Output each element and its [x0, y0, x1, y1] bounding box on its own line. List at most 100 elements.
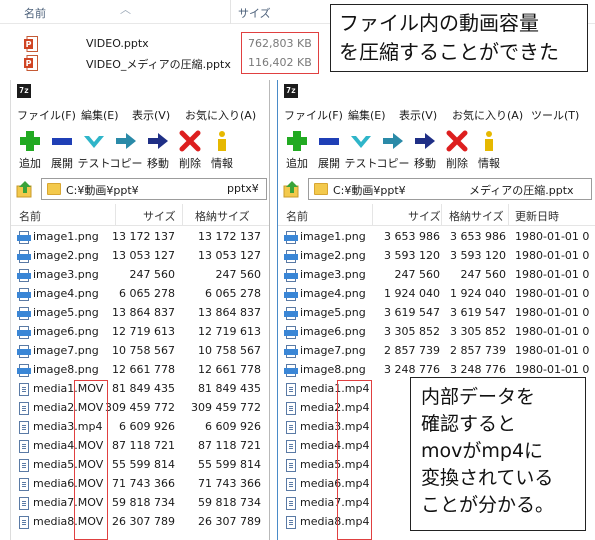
menu-favorites[interactable]: お気に入り(A)	[185, 107, 256, 123]
column-divider[interactable]	[441, 204, 442, 226]
media-file-icon	[284, 497, 298, 510]
menu-file[interactable]: ファイル(F)	[17, 107, 76, 123]
menu-favorites[interactable]: お気に入り(A)	[452, 107, 523, 123]
file-basename: image1	[300, 230, 342, 243]
table-row[interactable]: image6.png 12 719 613 12 719 613	[11, 323, 269, 342]
copy-button[interactable]: コピー	[377, 128, 410, 174]
move-button[interactable]: 移動	[143, 128, 173, 174]
image-file-icon	[17, 269, 31, 282]
sevenzip-app-icon[interactable]: 7z	[284, 84, 298, 98]
column-divider[interactable]	[115, 204, 116, 226]
table-row[interactable]: image2.png 3 593 120 3 593 120 1980-01-01 0	[278, 247, 595, 266]
table-row[interactable]: image1.png 3 653 986 3 653 986 1980-01-01 0	[278, 228, 595, 247]
cell-size: 13 172 137	[112, 230, 175, 243]
folder-icon	[314, 183, 328, 195]
column-divider[interactable]	[372, 204, 373, 226]
delete-button[interactable]: 削除	[175, 128, 205, 174]
table-row[interactable]: image4.png 6 065 278 6 065 278	[11, 285, 269, 304]
add-button[interactable]: 追加	[15, 128, 45, 174]
path-field[interactable]: C:¥動画¥ppt¥ pptx¥	[41, 178, 267, 200]
col-size-header[interactable]: サイズ	[408, 208, 441, 224]
toolbar: 追加 展開 テスト コピー 移動 削除 情報	[278, 128, 595, 174]
media-file-icon	[17, 383, 31, 396]
info-button[interactable]: 情報	[207, 128, 237, 174]
file-extension: .png	[341, 344, 366, 357]
copy-button[interactable]: コピー	[110, 128, 143, 174]
extension-highlight-box	[337, 380, 372, 540]
table-row[interactable]: media7.MOV 59 818 734 59 818 734	[11, 494, 269, 513]
extract-button[interactable]: 展開	[314, 128, 344, 174]
table-row[interactable]: media6.MOV 71 743 366 71 743 366	[11, 475, 269, 494]
table-row[interactable]: image5.png 13 864 837 13 864 837	[11, 304, 269, 323]
col-size-header[interactable]: サイズ	[143, 208, 176, 224]
menu-view[interactable]: 表示(V)	[132, 107, 170, 123]
test-button[interactable]: テスト	[78, 128, 111, 174]
file-basename: media5	[300, 458, 342, 471]
media-file-icon	[284, 478, 298, 491]
table-row[interactable]: image8.png 12 661 778 12 661 778	[11, 361, 269, 380]
sevenzip-window-original: 7z ファイル(F) 編集(E) 表示(V) お気に入り(A) 追加 展開 テス…	[10, 80, 270, 540]
cell-size: 2 857 739	[384, 344, 440, 357]
table-row[interactable]: image5.png 3 619 547 3 619 547 1980-01-01 0	[278, 304, 595, 323]
col-packed-header[interactable]: 格納サイズ	[195, 208, 250, 224]
test-button[interactable]: テスト	[345, 128, 378, 174]
table-row[interactable]: image4.png 1 924 040 1 924 040 1980-01-01 0	[278, 285, 595, 304]
cell-packed-size: 3 305 852	[450, 325, 506, 338]
table-row[interactable]: image7.png 2 857 739 2 857 739 1980-01-01 0	[278, 342, 595, 361]
menu-view[interactable]: 表示(V)	[399, 107, 437, 123]
column-name-header[interactable]: 名前	[24, 5, 46, 21]
media-file-icon	[284, 440, 298, 453]
folder-up-icon[interactable]	[15, 179, 35, 199]
cell-name: image2.png	[33, 249, 99, 262]
table-row[interactable]: image7.png 10 758 567 10 758 567	[11, 342, 269, 361]
menu-bar: ファイル(F) 編集(E) 表示(V) お気に入り(A) ツール(T)	[278, 104, 595, 124]
table-row[interactable]: image3.png 247 560 247 560	[11, 266, 269, 285]
menu-edit[interactable]: 編集(E)	[81, 107, 119, 123]
cell-name: image1.png	[33, 230, 99, 243]
table-row[interactable]: image6.png 3 305 852 3 305 852 1980-01-01 0	[278, 323, 595, 342]
cell-name: image8.png	[33, 363, 99, 376]
info-button[interactable]: 情報	[474, 128, 504, 174]
column-divider[interactable]	[508, 204, 509, 226]
title-bar[interactable]: 7z	[11, 80, 269, 102]
column-divider[interactable]	[182, 204, 183, 226]
cell-size: 6 609 926	[119, 420, 175, 433]
file-basename: image4	[33, 287, 75, 300]
menu-tools[interactable]: ツール(T)	[531, 107, 579, 123]
add-button[interactable]: 追加	[282, 128, 312, 174]
move-button[interactable]: 移動	[410, 128, 440, 174]
menu-edit[interactable]: 編集(E)	[348, 107, 386, 123]
path-tail-text: pptx¥	[227, 182, 259, 195]
cell-packed-size: 13 172 137	[198, 230, 261, 243]
cell-size: 13 864 837	[112, 306, 175, 319]
move-arrow-icon	[415, 133, 435, 149]
sevenzip-app-icon[interactable]: 7z	[17, 84, 31, 98]
col-modified-header[interactable]: 更新日時	[515, 208, 559, 224]
table-row[interactable]: media1.MOV 81 849 435 81 849 435	[11, 380, 269, 399]
delete-button[interactable]: 削除	[442, 128, 472, 174]
folder-up-icon[interactable]	[282, 179, 302, 199]
table-row[interactable]: media5.MOV 55 599 814 55 599 814	[11, 456, 269, 475]
extract-button[interactable]: 展開	[47, 128, 77, 174]
table-row[interactable]: media3.mp4 6 609 926 6 609 926	[11, 418, 269, 437]
column-size-header[interactable]: サイズ	[238, 5, 271, 21]
col-packed-header[interactable]: 格納サイズ	[449, 208, 504, 224]
col-name-header[interactable]: 名前	[286, 208, 308, 224]
cell-modified: 1980-01-01 0	[515, 344, 590, 357]
table-row[interactable]: media8.MOV 26 307 789 26 307 789	[11, 513, 269, 532]
callout-line: 確認すると	[421, 413, 517, 435]
menu-file[interactable]: ファイル(F)	[284, 107, 343, 123]
table-row[interactable]: media4.MOV 87 118 721 87 118 721	[11, 437, 269, 456]
table-row[interactable]: image3.png 247 560 247 560 1980-01-01 0	[278, 266, 595, 285]
column-divider[interactable]	[230, 0, 231, 24]
file-basename: image3	[300, 268, 342, 281]
col-name-header[interactable]: 名前	[19, 208, 41, 224]
table-row[interactable]: image1.png 13 172 137 13 172 137	[11, 228, 269, 247]
title-bar[interactable]: 7z	[278, 80, 595, 102]
table-row[interactable]: image2.png 13 053 127 13 053 127	[11, 247, 269, 266]
table-row[interactable]: media2.MOV 309 459 772 309 459 772	[11, 399, 269, 418]
image-file-icon	[17, 288, 31, 301]
image-file-icon	[284, 231, 298, 244]
path-field[interactable]: C:¥動画¥ppt¥ メディアの圧縮.pptx	[308, 178, 592, 200]
cell-size: 6 065 278	[119, 287, 175, 300]
